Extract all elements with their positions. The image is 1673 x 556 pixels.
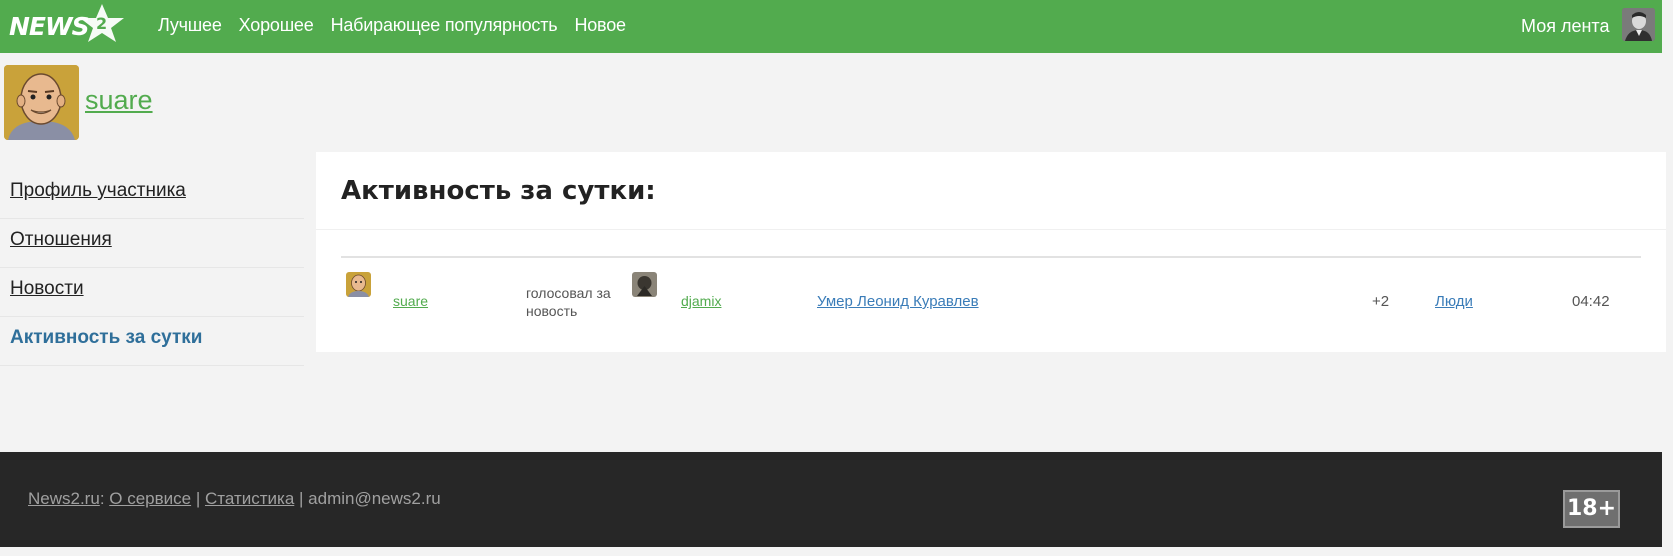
nav-best[interactable]: Лучшее (158, 15, 222, 36)
actor-avatar[interactable] (346, 272, 371, 297)
news-title-link[interactable]: Умер Леонид Куравлев (817, 293, 979, 310)
title-divider (316, 229, 1666, 230)
logo-badge: 2 (96, 14, 107, 33)
logo-star-icon: 2 (80, 4, 124, 42)
logo-text: NEWS (9, 12, 90, 41)
footer-email: admin@news2.ru (308, 489, 441, 508)
user-portrait-icon (1622, 8, 1655, 41)
target-user-avatar[interactable] (632, 272, 657, 297)
main-nav: Лучшее Хорошее Набирающее популярность Н… (158, 15, 626, 36)
footer-sep: | (294, 489, 309, 508)
sidebar-item-news[interactable]: Новости (0, 268, 304, 317)
sidebar-item-profile[interactable]: Профиль участника (0, 170, 304, 219)
target-username-link[interactable]: djamix (681, 293, 721, 309)
sidebar-item-relations[interactable]: Отношения (0, 219, 304, 268)
sidebar-item-daily-activity[interactable]: Активность за сутки (0, 317, 304, 366)
footer-colon: : (99, 489, 110, 508)
profile-username-link[interactable]: suare (85, 85, 153, 116)
nav-rising[interactable]: Набирающее популярность (331, 15, 558, 36)
news-score: +2 (1372, 293, 1390, 310)
top-navigation-bar: NEWS 2 Лучшее Хорошее Набирающее популяр… (0, 0, 1662, 53)
cartoon-face-icon (346, 272, 371, 297)
footer-stats-link[interactable]: Статистика (205, 489, 294, 508)
age-rating-badge: 18+ (1563, 490, 1620, 528)
site-footer: News2.ru: О сервисе | Статистика | admin… (0, 452, 1662, 547)
footer-sep: | (191, 489, 205, 508)
activity-panel: Активность за сутки: suare голосовал за … (316, 152, 1666, 352)
profile-sidebar: Профиль участника Отношения Новости Акти… (0, 170, 304, 366)
activity-action-text: голосовал за новость (526, 285, 611, 319)
cartoon-face-icon (4, 65, 79, 140)
footer-about-link[interactable]: О сервисе (109, 489, 191, 508)
nav-new[interactable]: Новое (574, 15, 626, 36)
profile-avatar (4, 65, 79, 140)
dark-avatar-icon (632, 272, 657, 297)
current-user-avatar[interactable] (1622, 8, 1655, 41)
footer-site-link[interactable]: News2.ru (28, 489, 100, 508)
nav-good[interactable]: Хорошее (239, 15, 314, 36)
activity-time: 04:42 (1572, 293, 1610, 310)
actor-username-link[interactable]: suare (393, 293, 428, 309)
news-category-link[interactable]: Люди (1435, 293, 1473, 310)
footer-links: News2.ru: О сервисе | Статистика | admin… (28, 489, 441, 509)
activity-row: suare голосовал за новость djamix Умер Л… (316, 258, 1666, 338)
site-logo[interactable]: NEWS 2 (8, 2, 124, 44)
page-title: Активность за сутки: (341, 176, 656, 206)
my-feed-link[interactable]: Моя лента (1521, 16, 1609, 37)
